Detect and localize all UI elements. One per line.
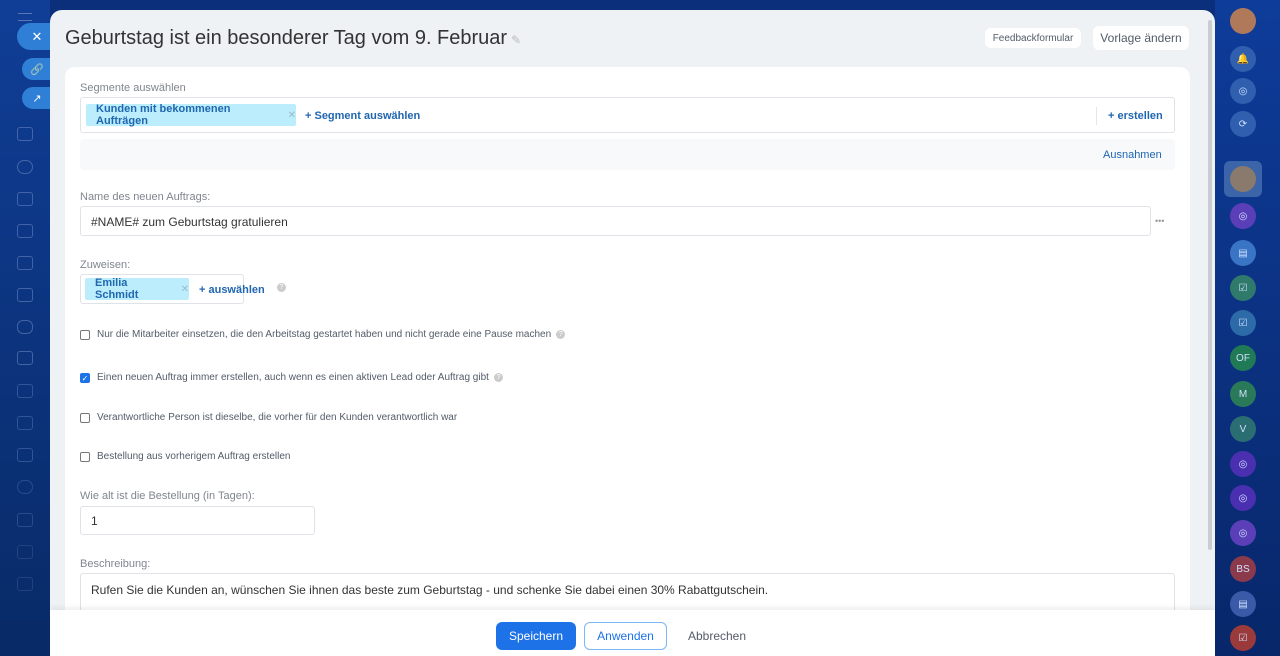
segments-label: Segmente auswählen — [80, 82, 186, 94]
globe-icon[interactable] — [17, 480, 33, 494]
user-avatar[interactable] — [1230, 8, 1256, 34]
openlines-icon[interactable]: ◎ — [1230, 78, 1256, 104]
apply-button[interactable]: Anwenden — [584, 622, 667, 650]
openlines-icon[interactable]: ◎ — [1230, 203, 1256, 229]
assignee-tag[interactable]: Emilia Schmidt ✕ — [85, 277, 189, 301]
task-icon[interactable]: ☑ — [1230, 625, 1256, 651]
contact-avatar — [1230, 166, 1256, 192]
footer-bar: Speichern Anwenden Abbrechen — [50, 610, 1215, 656]
bell-icon[interactable]: 🔔 — [1230, 46, 1256, 72]
search-chat-icon[interactable]: ⟳ — [1230, 111, 1256, 137]
description-label: Beschreibung: — [80, 558, 151, 570]
title-text: Geburtstag ist ein besonderer Tag vom 9.… — [65, 27, 508, 49]
selected-chat[interactable] — [1224, 161, 1262, 197]
divider — [1096, 107, 1097, 125]
store-icon[interactable] — [17, 416, 33, 430]
feedback-button[interactable]: Feedbackformular — [985, 28, 1081, 48]
openlines-icon[interactable]: ◎ — [1230, 520, 1256, 546]
help-icon[interactable]: ? — [556, 329, 566, 339]
assignee-tag-label: Emilia Schmidt — [95, 277, 139, 301]
option-checkbox-0[interactable] — [80, 330, 90, 340]
option-checkbox-1[interactable]: ✓ — [80, 373, 90, 383]
card-icon[interactable] — [17, 513, 33, 527]
help-icon[interactable]: ? — [277, 283, 286, 292]
pencil-icon[interactable]: ✎ — [511, 33, 521, 47]
presentation-icon[interactable] — [17, 224, 33, 238]
remove-icon[interactable]: ✕ — [181, 284, 189, 295]
segment-tag[interactable]: Kunden mit bekommenen Aufträgen ✕ — [86, 103, 296, 127]
avatar-m[interactable]: M — [1230, 381, 1256, 407]
option-checkbox-3[interactable] — [80, 452, 90, 462]
add-assignee-link[interactable]: + auswählen — [199, 284, 265, 296]
age-input[interactable]: 1 — [80, 506, 315, 535]
remove-icon[interactable]: ✕ — [288, 110, 296, 121]
pen-icon[interactable] — [17, 384, 33, 398]
more-icon[interactable]: ••• — [1155, 216, 1164, 226]
cancel-button[interactable]: Abbrechen — [680, 622, 754, 650]
contact-card-icon[interactable]: ▤ — [1230, 240, 1256, 266]
link-icon: 🔗 — [30, 63, 44, 76]
slider-panel: Geburtstag ist ein besonderer Tag vom 9.… — [50, 10, 1215, 656]
mail-icon[interactable] — [17, 288, 33, 302]
assign-label: Zuweisen: — [80, 259, 131, 271]
document-icon[interactable] — [17, 127, 33, 141]
option-checkbox-2[interactable] — [80, 413, 90, 423]
menu-icon[interactable] — [18, 13, 32, 21]
filter-icon[interactable] — [17, 545, 33, 559]
right-sidebar: 🔔 ◎ ⟳ ◎ ▤ ☑ ☑ OF M V ◎ ◎ ◎ BS ▤ ☑ — [1215, 0, 1280, 656]
task-icon[interactable]: ☑ — [1230, 310, 1256, 336]
save-button[interactable]: Speichern — [496, 622, 576, 650]
order-name-label: Name des neuen Auftrags: — [80, 191, 211, 203]
inbox-icon[interactable] — [17, 192, 33, 206]
contact-card-icon[interactable]: ▤ — [1230, 591, 1256, 617]
external-link-icon: ↗ — [32, 92, 42, 105]
exceptions-bar — [80, 139, 1175, 170]
file-icon[interactable] — [17, 448, 33, 462]
order-name-input[interactable]: #NAME# zum Geburtstag gratulieren — [80, 206, 1151, 236]
avatar-v[interactable]: V — [1230, 416, 1256, 442]
contacts-icon[interactable] — [17, 160, 33, 174]
close-icon: ✕ — [31, 28, 43, 44]
create-segment-link[interactable]: + erstellen — [1108, 110, 1163, 122]
calendar-icon[interactable] — [17, 351, 33, 365]
form-card: Segmente auswählen Kunden mit bekommenen… — [65, 67, 1190, 633]
option-label-3: Bestellung aus vorherigem Auftrag erstel… — [97, 451, 291, 462]
description-line: Rufen Sie die Kunden an, wünschen Sie ih… — [91, 583, 769, 597]
option-label-2: Verantwortliche Person ist dieselbe, die… — [97, 412, 458, 423]
option-label-0: Nur die Mitarbeiter einsetzen, die den A… — [97, 329, 566, 340]
exceptions-link[interactable]: Ausnahmen — [1103, 149, 1162, 161]
segment-tag-label: Kunden mit bekommenen Aufträgen — [96, 103, 231, 127]
change-template-button[interactable]: Vorlage ändern — [1093, 26, 1189, 50]
age-label: Wie alt ist die Bestellung (in Tagen): — [80, 490, 255, 502]
copy-link-button[interactable]: 🔗 — [22, 58, 52, 80]
task-icon[interactable]: ☑ — [1230, 275, 1256, 301]
openlines-icon[interactable]: ◎ — [1230, 451, 1256, 477]
option-text: Nur die Mitarbeiter einsetzen, die den A… — [97, 329, 552, 340]
add-segment-link[interactable]: + Segment auswählen — [305, 110, 420, 122]
option-label-1: Einen neuen Auftrag immer erstellen, auc… — [97, 372, 503, 383]
chart-icon[interactable] — [17, 577, 33, 591]
help-icon[interactable]: ? — [493, 372, 503, 382]
avatar-of[interactable]: OF — [1230, 345, 1256, 371]
page-title: Geburtstag ist ein besonderer Tag vom 9.… — [65, 27, 521, 50]
openlines-icon[interactable]: ◎ — [1230, 485, 1256, 511]
chat-icon[interactable] — [17, 320, 33, 334]
scrollbar[interactable] — [1208, 20, 1212, 550]
option-text: Einen neuen Auftrag immer erstellen, auc… — [97, 372, 489, 383]
avatar-bs[interactable]: BS — [1230, 556, 1256, 582]
open-new-window-button[interactable]: ↗ — [22, 87, 52, 109]
tasks-icon[interactable] — [17, 256, 33, 270]
